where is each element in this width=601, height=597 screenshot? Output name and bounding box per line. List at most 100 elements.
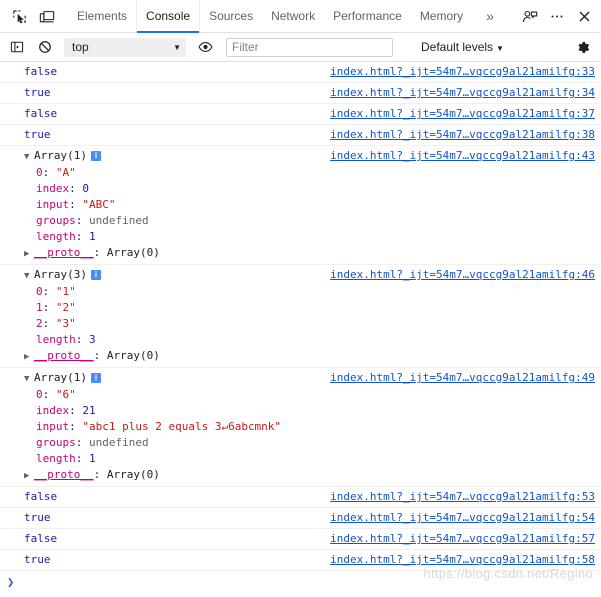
close-icon[interactable]	[571, 3, 597, 29]
console-toolbar: top ▼ Default levels▼	[0, 33, 601, 62]
property-name: length	[36, 333, 76, 346]
console-source-link[interactable]: index.html?_ijt=54m7…vqccg9al21amilfg:46	[322, 267, 595, 283]
disclosure-triangle-icon[interactable]: ▼	[24, 268, 34, 284]
object-property: length: 1	[36, 452, 96, 465]
log-levels-dropdown[interactable]: Default levels ▼	[421, 40, 504, 54]
object-header-row[interactable]: ▼ Array(1) i	[24, 370, 322, 387]
object-header-row[interactable]: ▼ Array(1) i	[24, 148, 322, 165]
ellipsis-icon[interactable]	[544, 3, 570, 29]
property-separator: :	[93, 246, 107, 259]
console-message-content: false	[0, 489, 322, 505]
property-name: index	[36, 404, 70, 417]
object-preview: Array(3)	[34, 268, 87, 281]
console-message-content: ▼ Array(1) i 0: "6" index: 21 input: "abc1 pl…	[0, 370, 322, 484]
console-message[interactable]: false index.html?_ijt=54m7…vqccg9al21ami…	[0, 487, 601, 508]
console-source-link[interactable]: index.html?_ijt=54m7…vqccg9al21amilfg:58	[322, 552, 595, 568]
console-source-link[interactable]: index.html?_ijt=54m7…vqccg9al21amilfg:54	[322, 510, 595, 526]
console-source-link[interactable]: index.html?_ijt=54m7…vqccg9al21amilfg:43	[322, 148, 595, 164]
console-filter-input[interactable]	[226, 37, 393, 57]
console-message[interactable]: ▼ Array(3) i 0: "1" 1: "2" 2: "3" length: 3 ▶ __…	[0, 265, 601, 368]
disclosure-triangle-icon[interactable]: ▼	[24, 371, 34, 387]
clear-console-icon[interactable]	[32, 34, 58, 60]
property-value: 21	[82, 404, 96, 417]
console-message[interactable]: ▼ Array(1) i 0: "A" index: 0 input: "ABC" grou…	[0, 146, 601, 265]
console-source-link[interactable]: index.html?_ijt=54m7…vqccg9al21amilfg:33	[322, 64, 595, 80]
inspect-element-icon[interactable]	[6, 3, 32, 29]
feedback-person-icon[interactable]	[517, 3, 543, 29]
property-name: 0	[36, 166, 43, 179]
tab-performance[interactable]: Performance	[324, 0, 411, 32]
console-message[interactable]: true index.html?_ijt=54m7…vqccg9al21amil…	[0, 83, 601, 104]
prompt-chevron-icon: ❯	[7, 575, 15, 589]
tab-elements[interactable]: Elements	[68, 0, 136, 32]
gear-icon[interactable]	[569, 34, 595, 60]
more-tabs-button[interactable]: »	[472, 0, 507, 32]
tab-network[interactable]: Network	[262, 0, 324, 32]
console-message[interactable]: true index.html?_ijt=54m7…vqccg9al21amil…	[0, 125, 601, 146]
object-property: length: 3	[36, 333, 96, 346]
console-message[interactable]: ▼ Array(1) i 0: "6" index: 21 input: "abc1 pl…	[0, 368, 601, 487]
object-header-row[interactable]: ▼ Array(3) i	[24, 267, 322, 284]
info-icon[interactable]: i	[90, 373, 101, 383]
tab-memory[interactable]: Memory	[411, 0, 472, 32]
property-value: Array(0)	[106, 468, 160, 481]
property-name: groups	[36, 436, 76, 449]
console-message[interactable]: true index.html?_ijt=54m7…vqccg9al21amil…	[0, 550, 601, 571]
live-expression-eye-icon[interactable]	[192, 34, 218, 60]
execution-context-value: top	[72, 40, 89, 54]
info-icon[interactable]: i	[90, 270, 101, 280]
property-name: length	[36, 230, 76, 243]
console-message[interactable]: true index.html?_ijt=54m7…vqccg9al21amil…	[0, 508, 601, 529]
object-property: 0: "6"	[36, 388, 76, 401]
property-value: 0	[82, 182, 89, 195]
console-message-list[interactable]: false index.html?_ijt=54m7…vqccg9al21ami…	[0, 62, 601, 597]
console-value: true	[24, 128, 51, 141]
console-source-link[interactable]: index.html?_ijt=54m7…vqccg9al21amilfg:38	[322, 127, 595, 143]
object-property-proto[interactable]: ▶ __proto__: Array(0)	[24, 467, 322, 484]
disclosure-triangle-icon[interactable]: ▶	[24, 246, 34, 262]
object-preview: Array(1)	[34, 149, 87, 162]
console-message-content: ▼ Array(3) i 0: "1" 1: "2" 2: "3" length: 3 ▶ __…	[0, 267, 322, 365]
console-source-link[interactable]: index.html?_ijt=54m7…vqccg9al21amilfg:49	[322, 370, 595, 386]
console-source-link[interactable]: index.html?_ijt=54m7…vqccg9al21amilfg:53	[322, 489, 595, 505]
console-message[interactable]: false index.html?_ijt=54m7…vqccg9al21ami…	[0, 529, 601, 550]
object-preview: Array(1)	[34, 371, 87, 384]
console-message[interactable]: false index.html?_ijt=54m7…vqccg9al21ami…	[0, 104, 601, 125]
disclosure-triangle-icon[interactable]: ▶	[24, 468, 34, 484]
property-value: undefined	[89, 214, 149, 227]
object-property: 2: "3"	[36, 317, 76, 330]
property-name: input	[36, 198, 70, 211]
property-name: length	[36, 452, 76, 465]
console-value: false	[24, 490, 58, 503]
object-property: groups: undefined	[36, 214, 149, 227]
tab-sources[interactable]: Sources	[200, 0, 262, 32]
property-value: undefined	[89, 436, 149, 449]
info-icon[interactable]: i	[90, 151, 101, 161]
console-prompt[interactable]: ❯	[0, 571, 601, 597]
property-value: 1	[89, 230, 96, 243]
property-value: 1	[89, 452, 96, 465]
object-property-proto[interactable]: ▶ __proto__: Array(0)	[24, 245, 322, 262]
console-source-link[interactable]: index.html?_ijt=54m7…vqccg9al21amilfg:34	[322, 85, 595, 101]
console-message-content: true	[0, 127, 322, 143]
object-property: 0: "A"	[36, 166, 76, 179]
property-value: "abc1 plus 2 equals 3↵6abcmnk"	[82, 420, 282, 433]
device-toolbar-icon[interactable]	[34, 3, 60, 29]
object-property-proto[interactable]: ▶ __proto__: Array(0)	[24, 348, 322, 365]
tab-bar-right-tools	[517, 0, 597, 32]
tab-console[interactable]: Console	[136, 0, 201, 33]
disclosure-triangle-icon[interactable]: ▶	[24, 349, 34, 365]
property-name: 2	[36, 317, 43, 330]
execution-context-select[interactable]: top ▼	[64, 37, 186, 57]
console-value: false	[24, 532, 58, 545]
property-name: __proto__	[34, 468, 94, 481]
console-message[interactable]: false index.html?_ijt=54m7…vqccg9al21ami…	[0, 62, 601, 83]
property-value: Array(0)	[106, 349, 160, 362]
console-source-link[interactable]: index.html?_ijt=54m7…vqccg9al21amilfg:57	[322, 531, 595, 547]
console-sidebar-icon[interactable]	[4, 34, 30, 60]
disclosure-triangle-icon[interactable]: ▼	[24, 149, 34, 165]
property-value: 3	[89, 333, 96, 346]
console-message-content: false	[0, 531, 322, 547]
console-value: false	[24, 107, 58, 120]
console-source-link[interactable]: index.html?_ijt=54m7…vqccg9al21amilfg:37	[322, 106, 595, 122]
